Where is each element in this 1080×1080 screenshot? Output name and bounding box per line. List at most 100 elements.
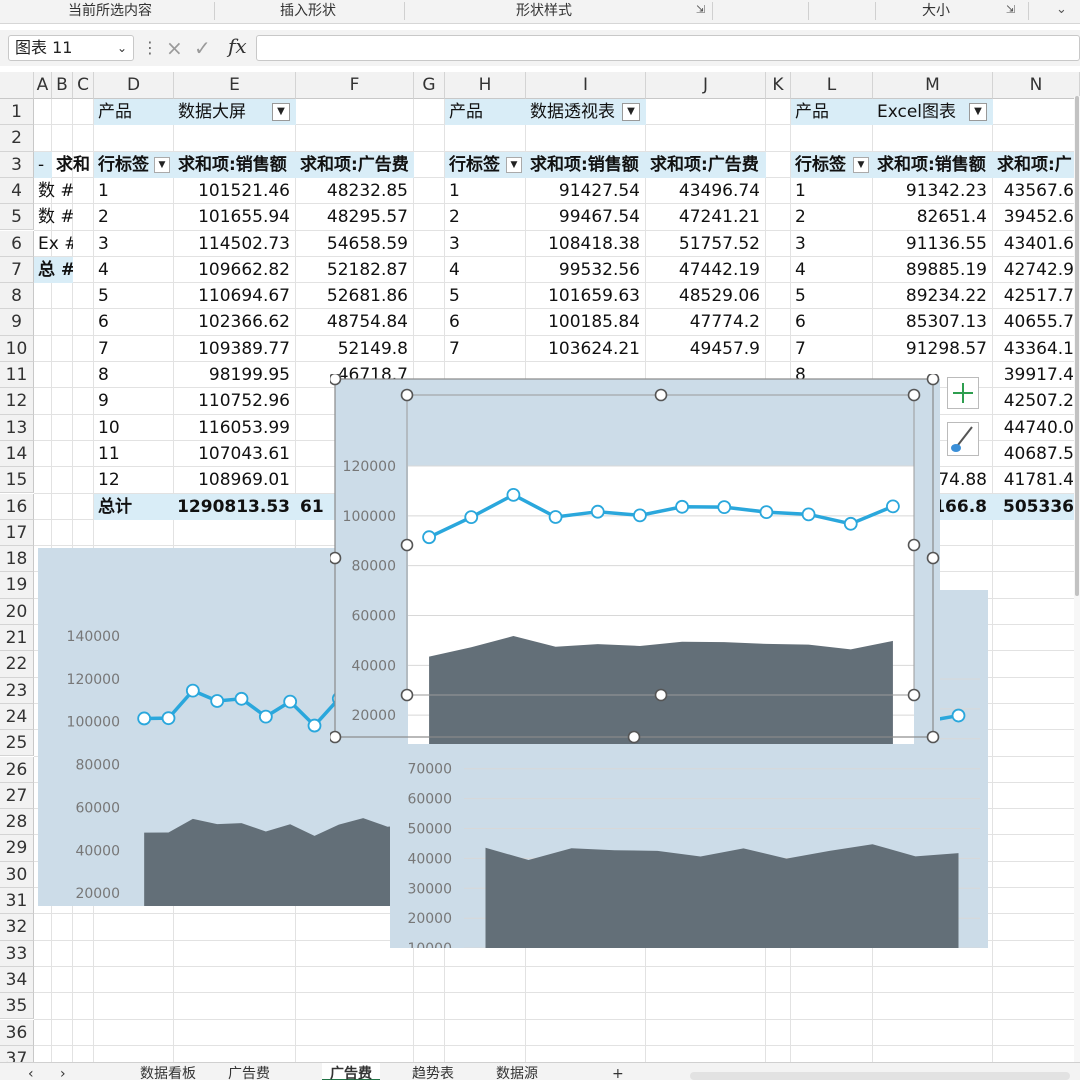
dialog-launcher-icon[interactable]: ⇲: [696, 4, 708, 16]
row-header-36[interactable]: 36: [0, 1019, 34, 1046]
pivot1-row-sales[interactable]: 108969.01: [174, 467, 296, 493]
column-header-i[interactable]: I: [526, 72, 646, 99]
column-header-c[interactable]: C: [73, 72, 94, 99]
name-box[interactable]: 图表 11 ⌄: [8, 35, 134, 61]
pivot2-row-ad[interactable]: 47442.19: [646, 257, 766, 283]
row-header-11[interactable]: 11: [0, 362, 34, 389]
pivot3-filter-label[interactable]: 产品: [791, 99, 873, 126]
pivot3-row-key[interactable]: 3: [791, 231, 873, 257]
row-header-18[interactable]: 18: [0, 546, 34, 573]
column-header-a[interactable]: A: [34, 72, 52, 99]
pivot3-row-ad[interactable]: 39917.4: [993, 362, 1080, 388]
pivot2-row-sales[interactable]: 99467.54: [526, 204, 646, 230]
pivot1-row-key[interactable]: 4: [94, 257, 174, 283]
pivot1-row-sales[interactable]: 109389.77: [174, 336, 296, 362]
pivot1-row-sales[interactable]: 101521.46: [174, 178, 296, 204]
resize-handle[interactable]: [907, 388, 921, 402]
pivot3-row-ad[interactable]: 42507.2: [993, 388, 1080, 414]
pivot1-row-sales[interactable]: 101655.94: [174, 204, 296, 230]
column-header-g[interactable]: G: [414, 72, 445, 99]
resize-handle[interactable]: [400, 388, 414, 402]
pivot3-row-key[interactable]: 1: [791, 178, 873, 204]
row-header-9[interactable]: 9: [0, 309, 34, 336]
cell-a4[interactable]: 数 #: [34, 178, 73, 204]
pivot3-row-ad[interactable]: 43401.6: [993, 231, 1080, 257]
ribbon-group-shape-styles[interactable]: 形状样式: [516, 0, 572, 22]
row-header-6[interactable]: 6: [0, 230, 34, 257]
pivot2-row-sales[interactable]: 100185.84: [526, 309, 646, 335]
pivot2-row-sales[interactable]: 108418.38: [526, 231, 646, 257]
column-header-b[interactable]: B: [52, 72, 73, 99]
pivot3-row-ad[interactable]: 42742.9: [993, 257, 1080, 283]
resize-handle[interactable]: [400, 538, 414, 552]
pivot2-row-sales[interactable]: 101659.63: [526, 283, 646, 309]
row-header-27[interactable]: 27: [0, 782, 34, 810]
cell-a7[interactable]: 总 #: [34, 256, 73, 284]
chevron-down-icon[interactable]: ⌄: [117, 36, 127, 60]
pivot3-row-ad[interactable]: 40655.7: [993, 309, 1080, 335]
column-header-n[interactable]: N: [993, 72, 1080, 99]
row-header-28[interactable]: 28: [0, 809, 34, 836]
pivot3-row-ad[interactable]: 39452.6: [993, 204, 1080, 230]
tab-trend[interactable]: 趋势表: [412, 1063, 454, 1080]
tab-data-dashboard[interactable]: 数据看板: [140, 1063, 196, 1080]
pivot2-row-key[interactable]: 4: [445, 257, 526, 283]
pivot1-row-key[interactable]: 2: [94, 204, 174, 230]
column-header-k[interactable]: K: [766, 72, 791, 99]
row-header-32[interactable]: 32: [0, 914, 34, 941]
pivot3-row-ad[interactable]: 43567.6: [993, 178, 1080, 204]
pivot2-row-key[interactable]: 3: [445, 231, 526, 257]
pivot2-row-ad[interactable]: 48529.06: [646, 283, 766, 309]
row-header-29[interactable]: 29: [0, 835, 34, 862]
vertical-scrollbar[interactable]: [1074, 96, 1080, 1062]
pivot3-row-key[interactable]: 5: [791, 283, 873, 309]
pivot2-row-key[interactable]: 1: [445, 178, 526, 204]
row-header-14[interactable]: 14: [0, 440, 34, 468]
resize-handle[interactable]: [654, 388, 668, 402]
chart-elements-button[interactable]: [947, 377, 979, 409]
pivot2-filter-label[interactable]: 产品: [445, 99, 526, 126]
cancel-icon[interactable]: ×: [166, 36, 183, 60]
pivot3-header-ad[interactable]: 求和项:广: [993, 151, 1080, 178]
ribbon-group-insert-shapes[interactable]: 插入形状: [280, 0, 336, 22]
pivot3-header-sales[interactable]: 求和项:销售额: [873, 151, 993, 178]
insert-function-icon[interactable]: fx: [228, 34, 247, 58]
pivot2-row-sales[interactable]: 99532.56: [526, 257, 646, 283]
pivot2-row-sales[interactable]: 91427.54: [526, 178, 646, 204]
resize-handle[interactable]: [330, 374, 342, 386]
pivot2-row-key[interactable]: 6: [445, 309, 526, 335]
row-header-12[interactable]: 12: [0, 388, 34, 415]
tab-ad-cost-active[interactable]: 广告费: [322, 1063, 380, 1080]
tab-scroll-left-icon[interactable]: ‹: [28, 1063, 34, 1080]
row-header-35[interactable]: 35: [0, 993, 34, 1020]
pivot2-header-sales[interactable]: 求和项:销售额: [526, 151, 646, 178]
row-header-23[interactable]: 23: [0, 677, 34, 704]
cell-a6[interactable]: Ex #: [34, 231, 73, 257]
column-header-f[interactable]: F: [296, 72, 414, 99]
resize-handle[interactable]: [654, 688, 668, 702]
pivot1-row-sales[interactable]: 114502.73: [174, 231, 296, 257]
tab-ad-cost[interactable]: 广告费: [228, 1063, 270, 1080]
tab-add-icon[interactable]: +: [612, 1063, 624, 1080]
pivot3-row-ad[interactable]: 41781.4: [993, 467, 1080, 493]
resize-handle[interactable]: [400, 688, 414, 702]
resize-handle[interactable]: [926, 551, 940, 565]
pivot1-row-sales[interactable]: 109662.82: [174, 257, 296, 283]
pivot1-total-label[interactable]: 总计: [94, 493, 174, 520]
pivot1-row-ad[interactable]: 52182.87: [296, 257, 414, 283]
pivot3-row-sales[interactable]: 82651.4: [873, 204, 993, 230]
pivot3-row-key[interactable]: 6: [791, 309, 873, 335]
row-header-13[interactable]: 13: [0, 414, 34, 441]
ribbon-collapse-icon[interactable]: ⌄: [1056, 3, 1068, 16]
row-header-21[interactable]: 21: [0, 625, 34, 652]
pivot1-row-ad[interactable]: 52149.8: [296, 336, 414, 362]
pivot1-row-ad[interactable]: 48754.84: [296, 309, 414, 335]
resize-handle[interactable]: [330, 730, 342, 744]
pivot1-header-sales[interactable]: 求和项:销售额: [174, 151, 296, 178]
cell-a5[interactable]: 数 #: [34, 204, 73, 230]
pivot1-row-labels-dropdown-icon[interactable]: ▼: [154, 156, 170, 173]
row-header-30[interactable]: 30: [0, 861, 34, 888]
row-header-17[interactable]: 17: [0, 519, 34, 547]
pivot1-row-key[interactable]: 5: [94, 283, 174, 309]
select-all-corner[interactable]: [0, 72, 34, 99]
